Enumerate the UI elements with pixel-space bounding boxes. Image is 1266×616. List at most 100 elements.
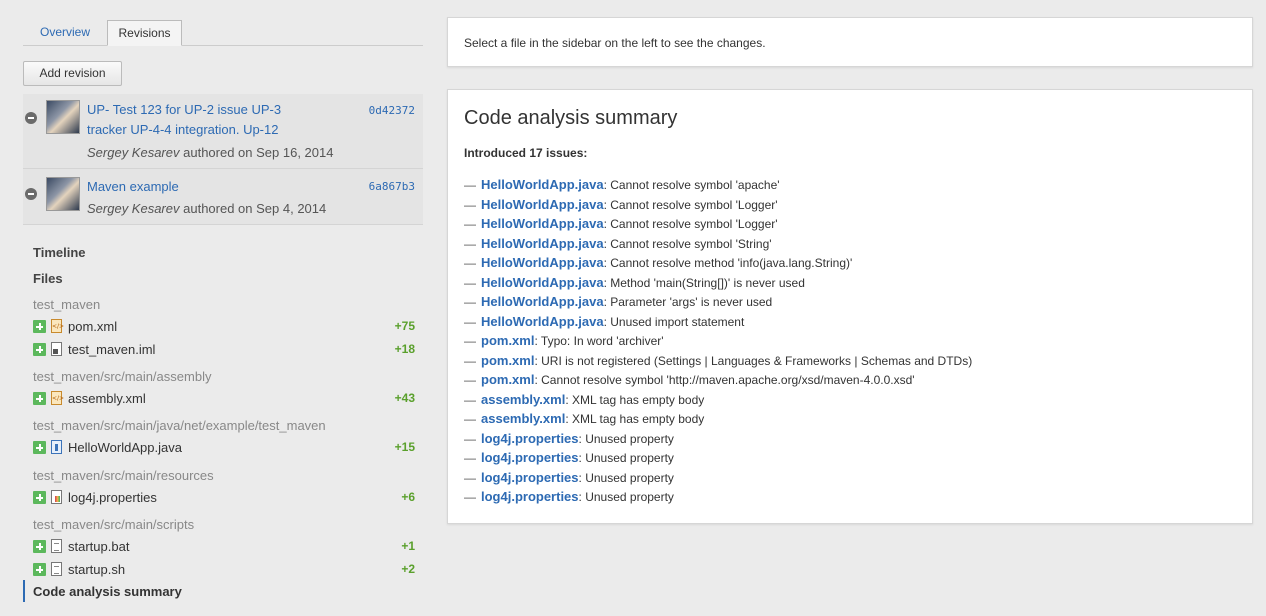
issue-item: — HelloWorldApp.java: Cannot resolve symb… [464, 216, 972, 236]
file-row[interactable]: assembly.xml +43 [33, 391, 415, 407]
issue-message: : Typo: In word 'archiver' [534, 334, 664, 348]
revision-date: authored on Sep 16, 2014 [183, 145, 334, 160]
added-lines-count: +15 [394, 440, 415, 454]
issue-file-link[interactable]: log4j.properties [481, 470, 579, 485]
added-icon [33, 491, 46, 504]
file-row[interactable]: startup.bat +1 [33, 539, 415, 555]
added-icon [33, 441, 46, 454]
issue-message: : Cannot resolve symbol 'http://maven.ap… [534, 373, 915, 387]
issue-item: — log4j.properties: Unused property [464, 450, 972, 470]
file-row[interactable]: pom.xml +75 [33, 319, 415, 335]
dash-icon: — [464, 353, 476, 368]
tab-revisions[interactable]: Revisions [107, 20, 182, 46]
added-lines-count: +43 [394, 391, 415, 405]
file-name[interactable]: test_maven.iml [68, 342, 155, 357]
iml-file-icon [51, 342, 62, 356]
issue-file-link[interactable]: assembly.xml [481, 411, 565, 426]
dash-icon: — [464, 256, 476, 270]
changes-hint-text: Select a file in the sidebar on the left… [464, 36, 766, 50]
file-name[interactable]: startup.sh [68, 562, 125, 577]
issue-file-link[interactable]: HelloWorldApp.java [481, 275, 604, 290]
issue-message: : Cannot resolve symbol 'Logger' [603, 217, 778, 231]
added-icon [33, 320, 46, 333]
added-icon [33, 563, 46, 576]
revision-item[interactable]: Maven example 6a867b3 Sergey Kesarev aut… [23, 169, 423, 225]
revision-title[interactable]: UP- Test 123 for UP-2 issue UP-3 tracker… [87, 100, 302, 140]
issue-file-link[interactable]: assembly.xml [481, 392, 565, 407]
added-lines-count: +1 [401, 539, 415, 553]
issue-file-link[interactable]: HelloWorldApp.java [481, 236, 604, 251]
code-analysis-panel: Code analysis summary Introduced 17 issu… [447, 89, 1253, 524]
file-name[interactable]: startup.bat [68, 539, 129, 554]
dash-icon: — [464, 217, 476, 231]
added-lines-count: +75 [394, 319, 415, 333]
issue-file-link[interactable]: HelloWorldApp.java [481, 197, 604, 212]
added-icon [33, 540, 46, 553]
dash-icon: — [464, 275, 476, 290]
issue-file-link[interactable]: HelloWorldApp.java [481, 177, 604, 192]
revision-item[interactable]: UP- Test 123 for UP-2 issue UP-3 tracker… [23, 94, 423, 169]
issue-file-link[interactable]: log4j.properties [481, 450, 579, 465]
revision-author: Sergey Kesarev [87, 201, 180, 216]
issue-file-link[interactable]: log4j.properties [481, 431, 579, 446]
dash-icon: — [464, 314, 476, 329]
issue-item: — log4j.properties: Unused property [464, 470, 972, 490]
tab-overview[interactable]: Overview [24, 20, 106, 44]
issue-file-link[interactable]: pom.xml [481, 372, 534, 387]
add-revision-button[interactable]: Add revision [23, 61, 122, 86]
file-group-path: test_maven/src/main/scripts [33, 517, 195, 532]
revision-hash[interactable]: 6a867b3 [369, 180, 415, 193]
file-name[interactable]: log4j.properties [68, 490, 157, 505]
dash-icon: — [464, 334, 476, 348]
issue-message: : XML tag has empty body [565, 392, 705, 407]
issue-message: : URI is not registered (Settings | Lang… [534, 353, 973, 368]
issue-file-link[interactable]: pom.xml [481, 353, 534, 368]
file-row[interactable]: startup.sh +2 [33, 562, 415, 578]
code-analysis-summary-label: Code analysis summary [33, 584, 182, 599]
text-file-icon [51, 539, 62, 553]
panel-title: Code analysis summary [464, 107, 678, 129]
dash-icon: — [464, 431, 476, 446]
files-heading: Files [33, 271, 63, 286]
revision-title[interactable]: Maven example [87, 177, 302, 197]
issue-message: : Parameter 'args' is never used [603, 295, 773, 309]
issue-message: : Unused property [578, 490, 674, 504]
added-lines-count: +2 [401, 562, 415, 576]
issue-item: — HelloWorldApp.java: Cannot resolve meth… [464, 255, 972, 275]
issue-file-link[interactable]: HelloWorldApp.java [481, 314, 604, 329]
java-file-icon [51, 440, 62, 454]
dash-icon: — [464, 197, 476, 212]
added-icon [33, 343, 46, 356]
dash-icon: — [464, 412, 476, 426]
revision-date: authored on Sep 4, 2014 [183, 201, 327, 216]
avatar [46, 100, 80, 134]
code-analysis-summary-link[interactable]: Code analysis summary [23, 580, 425, 602]
issue-file-link[interactable]: HelloWorldApp.java [481, 294, 604, 309]
file-row[interactable]: log4j.properties +6 [33, 490, 415, 506]
file-row[interactable]: test_maven.iml +18 [33, 342, 415, 358]
dash-icon: — [464, 392, 476, 407]
issue-file-link[interactable]: HelloWorldApp.java [481, 216, 604, 231]
file-name[interactable]: assembly.xml [68, 391, 146, 406]
issue-item: — HelloWorldApp.java: Unused import state… [464, 314, 972, 334]
remove-revision-icon[interactable] [25, 112, 37, 124]
issue-item: — HelloWorldApp.java: Cannot resolve symb… [464, 197, 972, 217]
issue-file-link[interactable]: HelloWorldApp.java [481, 255, 604, 270]
dash-icon: — [464, 470, 476, 485]
dash-icon: — [464, 236, 476, 251]
file-name[interactable]: pom.xml [68, 319, 117, 334]
issue-file-link[interactable]: log4j.properties [481, 489, 579, 504]
issue-message: : Cannot resolve symbol 'String' [603, 236, 772, 251]
timeline-link[interactable]: Timeline [33, 245, 86, 260]
issue-file-link[interactable]: pom.xml [481, 333, 534, 348]
issue-item: — assembly.xml: XML tag has empty body [464, 392, 972, 412]
file-row[interactable]: HelloWorldApp.java +15 [33, 440, 415, 456]
issue-message: : Unused property [578, 451, 674, 465]
dash-icon: — [464, 490, 476, 504]
issue-message: : Unused property [578, 431, 674, 446]
file-name[interactable]: HelloWorldApp.java [68, 440, 182, 455]
revision-meta: Sergey Kesarev authored on Sep 4, 2014 [87, 201, 326, 216]
remove-revision-icon[interactable] [25, 188, 37, 200]
revision-meta: Sergey Kesarev authored on Sep 16, 2014 [87, 145, 333, 160]
revision-hash[interactable]: 0d42372 [369, 104, 415, 117]
